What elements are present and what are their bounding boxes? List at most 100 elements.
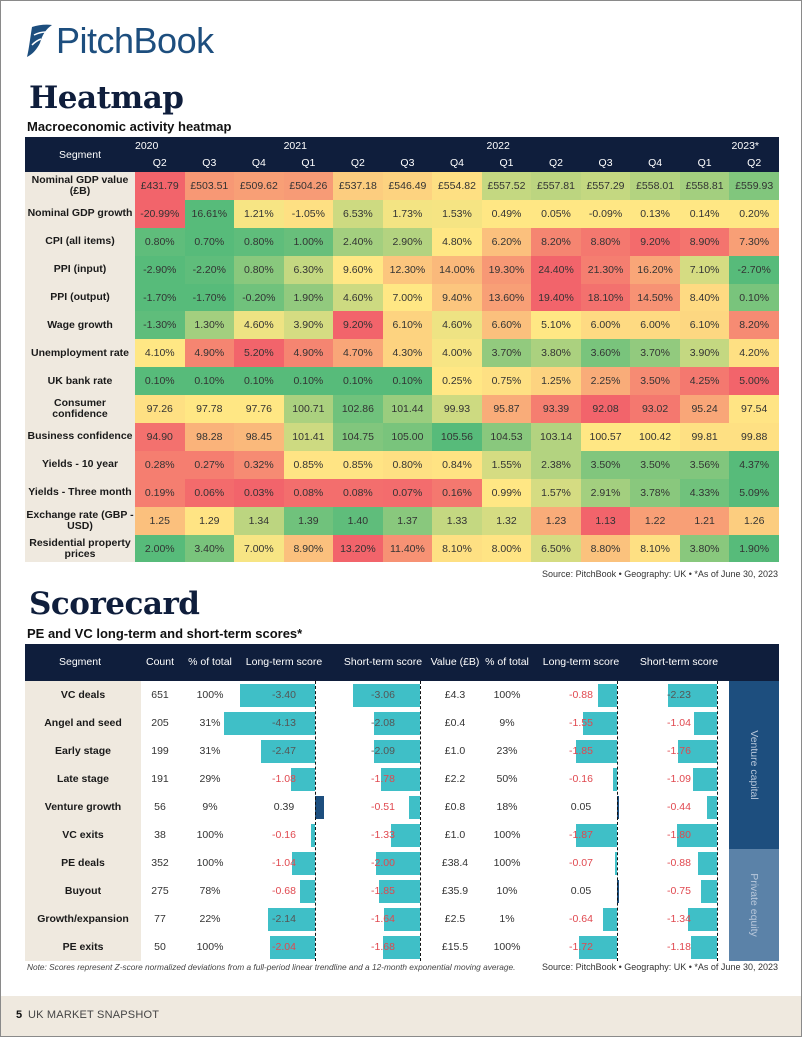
heatmap-cell: 93.39 xyxy=(531,395,581,424)
header-count-long-term: Long-term score xyxy=(245,656,323,668)
scorecard-row: Late stage 191 29% £2.2 50% -1.08 -1.78 -0.16 -1… xyxy=(25,765,779,793)
heatmap-cell: 21.30% xyxy=(580,255,631,284)
heatmap-cell: 3.50% xyxy=(630,367,680,396)
score-label: -1.08 xyxy=(272,773,296,785)
heatmap-cell: -2.90% xyxy=(135,255,185,284)
heatmap-cell: 101.41 xyxy=(283,423,334,451)
score-bar xyxy=(315,796,324,819)
heatmap-cell: 7.00% xyxy=(382,283,433,312)
row-value-pct: 50% xyxy=(496,773,518,785)
header-count-pct: % of total xyxy=(188,656,232,668)
zero-line-value-long-term xyxy=(617,681,618,961)
heatmap-cell: 105.00 xyxy=(382,423,433,451)
heatmap-cell: 8.40% xyxy=(679,283,730,312)
score-label: -1.04 xyxy=(667,717,691,729)
score-label: -0.51 xyxy=(371,801,395,813)
heatmap-cell: 1.21% xyxy=(234,199,284,228)
row-count-pct: 9% xyxy=(202,801,218,813)
heatmap-cell: 5.10% xyxy=(531,311,581,340)
heatmap-cell: 1.21 xyxy=(679,506,730,535)
row-label: Residential property prices xyxy=(25,534,135,563)
heatmap-cell: 1.22 xyxy=(630,506,680,535)
heatmap-cell: 1.30% xyxy=(184,311,235,340)
row-value: £38.4 xyxy=(441,857,469,869)
quarter-header: Q4 xyxy=(432,154,482,172)
heatmap-cell: 0.10% xyxy=(729,283,779,312)
heatmap-cell: 3.70% xyxy=(630,339,680,368)
score-label: -0.44 xyxy=(667,801,691,813)
heatmap-cell: 4.60% xyxy=(333,283,383,312)
heatmap-cell: 18.10% xyxy=(580,283,631,312)
row-count: 191 xyxy=(151,773,169,785)
quarter-header: Q1 xyxy=(283,154,334,172)
heatmap-cell: 1.37 xyxy=(382,506,433,535)
heatmap-cell: 1.34 xyxy=(234,506,284,535)
heatmap-cell: 24.40% xyxy=(531,255,581,284)
score-bar xyxy=(694,712,717,735)
row-count: 50 xyxy=(154,941,166,953)
heatmap-cell: 1.25% xyxy=(531,367,581,396)
scorecard-row: Buyout 275 78% £35.9 10% -0.68 -1.85 0.05 -0.75 xyxy=(25,877,779,905)
heatmap-row: Exchange rate (GBP - USD) 1.25 1.29 1.34 1.3… xyxy=(25,506,779,535)
row-value: £4.3 xyxy=(444,689,466,701)
score-label: -0.64 xyxy=(569,913,593,925)
heatmap-cell: -1.05% xyxy=(283,199,334,228)
heatmap-cell: 1.57% xyxy=(531,478,581,507)
heatmap-cell: 0.10% xyxy=(382,367,433,396)
quarter-header: Q2 xyxy=(135,154,185,172)
header-count-short-term: Short-term score xyxy=(343,656,423,668)
row-segment: Angel and seed xyxy=(44,717,122,729)
heatmap-cell: 13.20% xyxy=(333,534,383,563)
heatmap-cell: 0.28% xyxy=(135,450,185,479)
heatmap-cell: 6.10% xyxy=(679,311,730,340)
heatmap-cell: 7.10% xyxy=(679,255,730,284)
year-header: 2022 xyxy=(481,137,680,154)
heatmap-cell: 0.16% xyxy=(432,478,482,507)
heatmap-cell: 9.20% xyxy=(630,227,680,256)
row-value-pct: 9% xyxy=(499,717,515,729)
row-segment: Late stage xyxy=(57,773,109,785)
heatmap-row: PPI (input) -2.90% -2.20% 0.80% 6.30% 9.60% 12… xyxy=(25,255,779,284)
row-count: 352 xyxy=(151,857,169,869)
quarter-header: Q4 xyxy=(630,154,680,172)
quarter-header: Q1 xyxy=(481,154,532,172)
brand-name: PitchBook xyxy=(56,20,214,61)
row-label: PPI (output) xyxy=(25,283,135,312)
heatmap-row: Wage growth -1.30% 1.30% 4.60% 3.90% 9.20% 6.1… xyxy=(25,311,779,340)
score-label: -2.23 xyxy=(667,689,691,701)
heatmap-cell: 2.91% xyxy=(580,478,631,507)
heatmap-cell: 3.50% xyxy=(580,450,631,479)
heatmap-cell: £558.81 xyxy=(679,172,730,200)
heatmap-cell: -0.20% xyxy=(234,283,284,312)
score-label: -2.09 xyxy=(371,745,395,757)
heatmap-title: Heatmap xyxy=(29,80,184,116)
heatmap-cell: 19.30% xyxy=(481,255,532,284)
heatmap-cell: 19.40% xyxy=(531,283,581,312)
heatmap-cell: 8.20% xyxy=(531,227,581,256)
heatmap-row: Residential property prices 2.00% 3.40% 7.0… xyxy=(25,534,779,563)
quarter-header: Q3 xyxy=(580,154,631,172)
heatmap-cell: 8.90% xyxy=(679,227,730,256)
score-bar xyxy=(693,768,717,791)
heatmap-cell: 101.44 xyxy=(382,395,433,424)
heatmap-cell: 0.10% xyxy=(184,367,235,396)
score-label: 0.05 xyxy=(570,885,592,897)
quarter-header: Q4 xyxy=(234,154,284,172)
heatmap-cell: 103.14 xyxy=(531,423,581,451)
heatmap-cell: 0.27% xyxy=(184,450,235,479)
heatmap-cell: 4.90% xyxy=(283,339,334,368)
scorecard-source: Source: PitchBook • Geography: UK • *As … xyxy=(542,962,778,972)
heatmap-cell: 16.20% xyxy=(630,255,680,284)
heatmap-cell: £554.82 xyxy=(432,172,482,200)
row-label: UK bank rate xyxy=(25,367,135,396)
row-count: 651 xyxy=(151,689,169,701)
header-value-short-term: Short-term score xyxy=(639,656,719,668)
pitchbook-sail-icon xyxy=(27,24,52,57)
heatmap-cell: 93.02 xyxy=(630,395,680,424)
heatmap-cell: 1.55% xyxy=(481,450,532,479)
score-label: -1.55 xyxy=(569,717,593,729)
heatmap-cell: 98.28 xyxy=(184,423,235,451)
heatmap-cell: 2.00% xyxy=(135,534,185,563)
score-label: -0.16 xyxy=(569,773,593,785)
heatmap-cell: 4.60% xyxy=(234,311,284,340)
